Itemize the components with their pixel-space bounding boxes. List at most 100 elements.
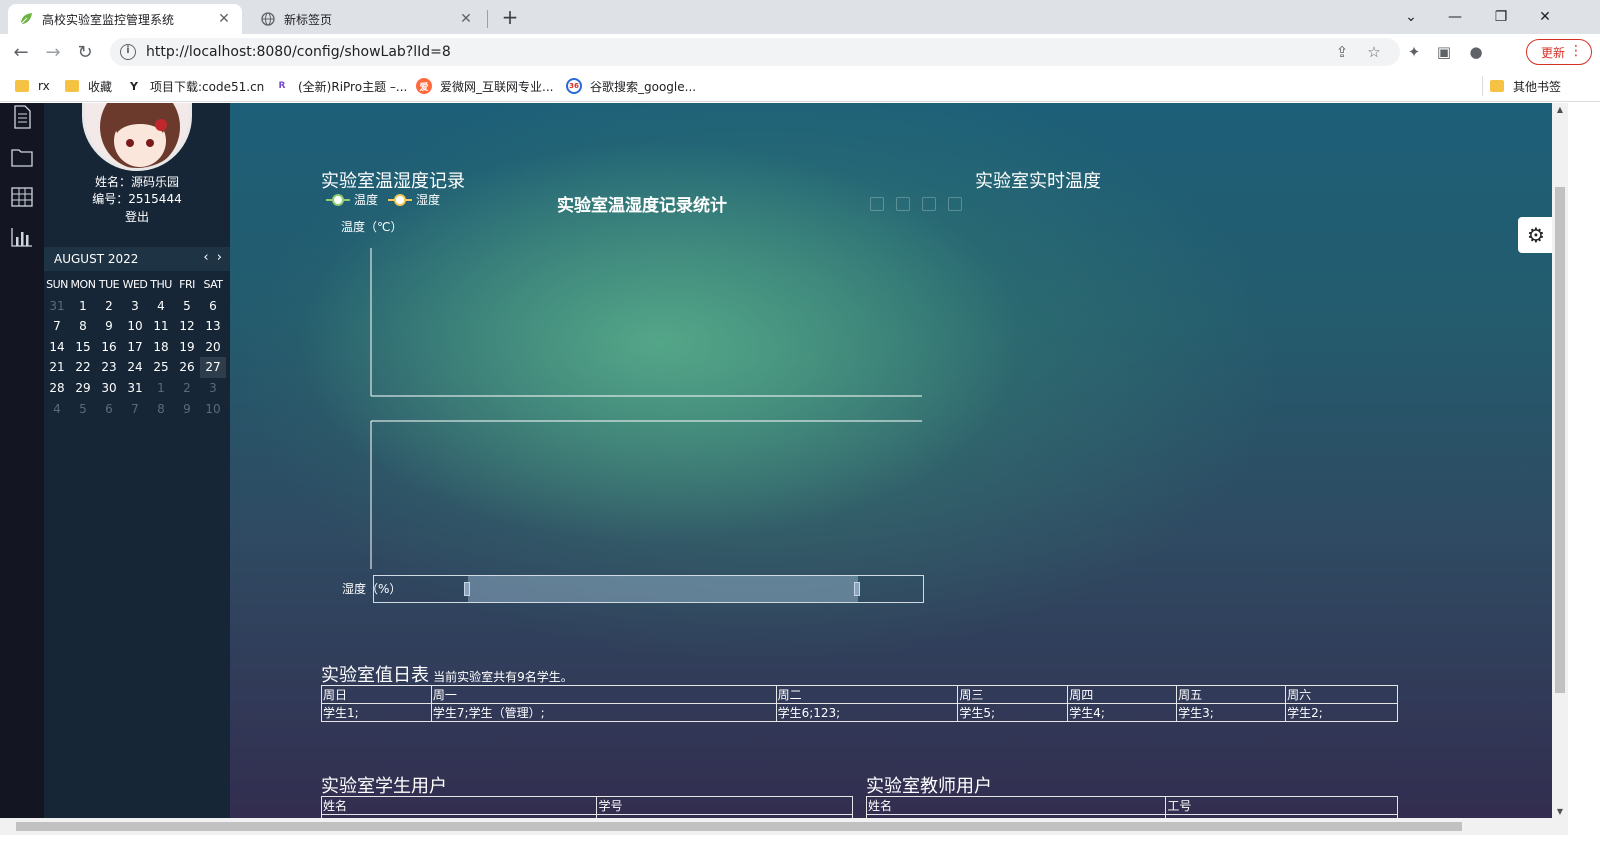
chart-toolbox xyxy=(870,197,974,211)
calendar-day[interactable]: 1 xyxy=(70,296,96,317)
calendar-day[interactable]: 16 xyxy=(96,337,122,358)
new-tab-button[interactable]: + xyxy=(498,6,522,30)
close-tab-icon[interactable]: ✕ xyxy=(458,11,474,27)
chevron-right-icon[interactable]: › xyxy=(217,250,222,265)
calendar-day[interactable]: 26 xyxy=(174,357,200,378)
site-info-icon[interactable]: i xyxy=(120,44,136,60)
update-button[interactable]: 更新 ⋮ xyxy=(1526,39,1592,65)
calendar-day[interactable]: 27 xyxy=(200,357,226,378)
calendar-day[interactable]: 2 xyxy=(174,378,200,399)
calendar-day[interactable]: 5 xyxy=(70,399,96,420)
extensions-icon[interactable]: ✦ xyxy=(1402,40,1426,64)
calendar-day[interactable]: 9 xyxy=(96,316,122,337)
tab-lab-system[interactable]: 高校实验室监控管理系统 ✕ xyxy=(8,4,242,34)
share-icon[interactable]: ⇪ xyxy=(1330,40,1354,64)
calendar-day[interactable]: 5 xyxy=(174,296,200,317)
calendar-day[interactable]: 30 xyxy=(96,378,122,399)
calendar-day[interactable]: 6 xyxy=(200,296,226,317)
document-icon[interactable] xyxy=(10,105,34,129)
calendar-day[interactable]: 8 xyxy=(70,316,96,337)
logout-link[interactable]: 登出 xyxy=(44,208,230,225)
calendar-day[interactable]: 10 xyxy=(122,316,148,337)
profile-icon[interactable]: ● xyxy=(1464,40,1488,64)
address-bar[interactable]: i http://localhost:8080/config/showLab?l… xyxy=(110,38,1400,66)
teachers-header-row: 姓名 工号 xyxy=(865,796,1398,815)
bookmark-ripro[interactable]: R (全新)RiPro主题 –... xyxy=(274,76,408,96)
side-panel-icon[interactable]: ▣ xyxy=(1432,40,1456,64)
teachers-header-cell: 姓名 xyxy=(865,796,1167,815)
legend-humidity[interactable]: 湿度 xyxy=(388,191,440,208)
gear-icon[interactable]: ⚙ xyxy=(1518,217,1554,253)
forward-button[interactable]: → xyxy=(40,40,66,64)
calendar-day[interactable]: 9 xyxy=(174,399,200,420)
restore-icon[interactable] xyxy=(922,197,936,211)
calendar-day[interactable]: 23 xyxy=(96,357,122,378)
calendar-day[interactable]: 24 xyxy=(122,357,148,378)
calendar-day[interactable]: 8 xyxy=(148,399,174,420)
vertical-scroll-thumb[interactable] xyxy=(1555,187,1565,693)
calendar-day[interactable]: 17 xyxy=(122,337,148,358)
calendar-day[interactable]: 18 xyxy=(148,337,174,358)
horizontal-scrollbar[interactable] xyxy=(0,818,1568,835)
legend-temperature[interactable]: 温度 xyxy=(326,191,378,208)
calendar-day[interactable]: 19 xyxy=(174,337,200,358)
zoom-reset-icon[interactable] xyxy=(896,197,910,211)
close-window-button[interactable]: ✕ xyxy=(1522,0,1568,34)
tab-search-icon[interactable]: ⌄ xyxy=(1388,0,1434,34)
data-zoom-handle-left[interactable] xyxy=(464,582,470,596)
bookmark-other[interactable]: 其他书签 xyxy=(1482,76,1561,96)
bookmark-google[interactable]: 36 谷歌搜索_google... xyxy=(566,76,696,96)
table-icon[interactable] xyxy=(10,185,34,209)
calendar-day[interactable]: 6 xyxy=(96,399,122,420)
vertical-scrollbar[interactable]: ▲ ▼ xyxy=(1552,103,1568,831)
bookmark-code51[interactable]: Y 项目下载:code51.cn xyxy=(126,76,264,96)
calendar-day[interactable]: 4 xyxy=(44,399,70,420)
calendar-day[interactable]: 31 xyxy=(44,296,70,317)
restore-button[interactable]: ❐ xyxy=(1478,0,1524,34)
data-zoom-range[interactable] xyxy=(468,576,858,602)
horizontal-scroll-thumb[interactable] xyxy=(16,822,1462,831)
zoom-icon[interactable] xyxy=(870,197,884,211)
chevron-left-icon[interactable]: ‹ xyxy=(203,250,208,265)
calendar-day[interactable]: 14 xyxy=(44,337,70,358)
calendar-day[interactable]: 3 xyxy=(200,378,226,399)
save-image-icon[interactable] xyxy=(948,197,962,211)
scroll-up-arrow[interactable]: ▲ xyxy=(1552,105,1568,114)
calendar-day[interactable]: 11 xyxy=(148,316,174,337)
calendar-day[interactable]: 28 xyxy=(44,378,70,399)
tab-new[interactable]: 新标签页 ✕ xyxy=(250,4,484,34)
calendar-day[interactable]: 31 xyxy=(122,378,148,399)
ripro-icon: R xyxy=(278,81,286,91)
minimize-button[interactable]: — xyxy=(1432,0,1478,34)
close-tab-icon[interactable]: ✕ xyxy=(216,11,232,27)
data-zoom-slider[interactable] xyxy=(373,575,924,603)
calendar-day[interactable]: 2 xyxy=(96,296,122,317)
weekday-label: TUE xyxy=(98,278,120,291)
calendar-day[interactable]: 12 xyxy=(174,316,200,337)
calendar-day[interactable]: 10 xyxy=(200,399,226,420)
calendar-day[interactable]: 4 xyxy=(148,296,174,317)
calendar-day[interactable]: 1 xyxy=(148,378,174,399)
calendar-day[interactable]: 20 xyxy=(200,337,226,358)
weekday-label: WED xyxy=(122,278,148,291)
bookmark-favorites[interactable]: 收藏 xyxy=(64,76,112,96)
weekday-label: MON xyxy=(70,278,96,291)
calendar-day[interactable]: 7 xyxy=(122,399,148,420)
calendar-day[interactable]: 15 xyxy=(70,337,96,358)
back-button[interactable]: ← xyxy=(8,40,34,64)
bookmark-aiweiwang[interactable]: 爱 爱微网_互联网专业... xyxy=(416,76,553,96)
scroll-down-arrow[interactable]: ▼ xyxy=(1552,807,1568,816)
calendar-day[interactable]: 25 xyxy=(148,357,174,378)
calendar-day[interactable]: 13 xyxy=(200,316,226,337)
calendar-day[interactable]: 3 xyxy=(122,296,148,317)
folder-icon[interactable] xyxy=(10,145,34,169)
calendar-day[interactable]: 29 xyxy=(70,378,96,399)
calendar-day[interactable]: 7 xyxy=(44,316,70,337)
bookmark-rx[interactable]: rx xyxy=(14,76,50,96)
reload-button[interactable]: ↻ xyxy=(72,40,98,64)
calendar-day[interactable]: 22 xyxy=(70,357,96,378)
data-zoom-handle-right[interactable] xyxy=(854,582,860,596)
star-icon[interactable]: ☆ xyxy=(1362,40,1386,64)
calendar-day[interactable]: 21 xyxy=(44,357,70,378)
bar-chart-icon[interactable] xyxy=(10,225,34,249)
